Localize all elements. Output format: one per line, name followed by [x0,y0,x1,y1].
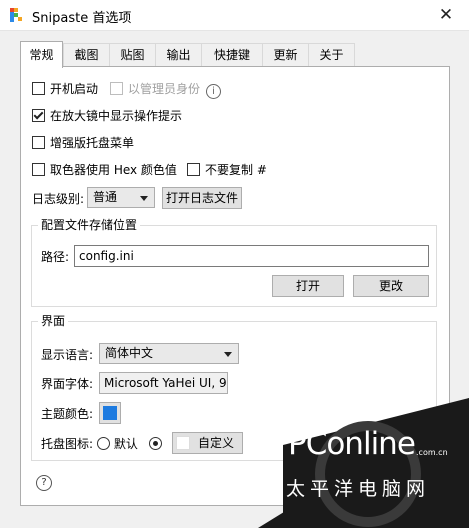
info-icon[interactable]: i [206,84,222,99]
tray-icon-label: 托盘图标: [41,437,94,451]
change-config-button[interactable]: 更改 [353,275,429,297]
theme-color-button[interactable] [99,402,121,424]
tab-about[interactable]: 关于 [308,43,355,66]
chevron-down-icon [140,196,148,201]
no-copy-hash-checkbox-row[interactable]: 不要复制 # [187,161,267,179]
theme-color-label: 主题颜色: [41,407,94,421]
window-title: Snipaste 首选项 [32,11,132,26]
run-as-admin-checkbox-row: 以管理员身份 i [110,80,222,99]
config-path-field[interactable]: config.ini [74,245,429,267]
enhanced-tray-checkbox[interactable] [32,136,45,149]
tray-default-radio[interactable] [97,437,110,450]
tab-general[interactable]: 常规 [20,41,63,68]
startup-label: 开机启动 [50,82,99,96]
tab-paste[interactable]: 贴图 [109,43,156,66]
font-label: 界面字体: [41,377,94,391]
chevron-down-icon [224,352,232,357]
no-copy-hash-checkbox[interactable] [187,163,200,176]
tray-custom-radio[interactable] [149,437,162,450]
general-settings-panel: 开机启动 以管理员身份 i 在放大镜中显示操作提示 增强版托盘菜单 取色器使用 H… [20,66,450,506]
log-level-select[interactable]: 普通 [87,187,155,208]
magnifier-tips-checkbox[interactable] [32,109,45,122]
font-field[interactable]: Microsoft YaHei UI, 9 [99,372,228,394]
run-as-admin-label: 以管理员身份 [128,82,201,96]
path-label: 路径: [41,250,70,264]
log-level-value: 普通 [93,190,118,204]
help-icon[interactable]: ? [36,475,52,491]
run-as-admin-checkbox [110,82,123,95]
close-button[interactable]: ✕ [423,0,469,30]
config-location-group: 配置文件存储位置 路径: config.ini 打开 更改 [31,217,437,307]
tray-custom-label: 自定义 [197,436,234,450]
startup-checkbox-row[interactable]: 开机启动 [32,80,98,98]
hex-color-checkbox[interactable] [32,163,45,176]
hex-color-label: 取色器使用 Hex 颜色值 [50,163,177,177]
close-icon: ✕ [438,5,454,25]
hex-color-checkbox-row[interactable]: 取色器使用 Hex 颜色值 [32,161,177,179]
language-label: 显示语言: [41,348,94,362]
enhanced-tray-label: 增强版托盘菜单 [50,136,135,150]
tab-update[interactable]: 更新 [262,43,309,66]
interface-group: 界面 显示语言: 简体中文 界面字体: Microsoft YaHei UI, … [31,313,437,461]
tray-custom-button[interactable]: 自定义 [172,432,243,454]
open-config-button[interactable]: 打开 [272,275,344,297]
title-bar: Snipaste 首选项 ✕ [0,0,469,31]
tab-hotkeys[interactable]: 快捷键 [201,43,263,66]
enhanced-tray-checkbox-row[interactable]: 增强版托盘菜单 [32,134,134,152]
magnifier-tips-checkbox-row[interactable]: 在放大镜中显示操作提示 [32,107,182,125]
interface-title: 界面 [38,313,69,329]
tray-default-radio-row[interactable]: 默认 [97,435,138,453]
magnifier-tips-label: 在放大镜中显示操作提示 [50,109,183,123]
tab-screenshot[interactable]: 截图 [63,43,110,66]
no-copy-hash-label: 不要复制 # [205,163,267,177]
language-value: 简体中文 [105,346,154,360]
startup-checkbox[interactable] [32,82,45,95]
open-log-file-button[interactable]: 打开日志文件 [162,187,242,209]
snipaste-app-icon [10,8,22,22]
tray-custom-radio-row[interactable] [149,435,162,453]
config-location-title: 配置文件存储位置 [38,217,141,233]
tray-default-label: 默认 [113,437,138,451]
theme-color-swatch [103,406,117,420]
language-select[interactable]: 简体中文 [99,343,239,364]
tray-custom-preview [176,436,190,450]
tab-output[interactable]: 输出 [155,43,202,66]
log-level-label: 日志级别: [32,192,85,206]
